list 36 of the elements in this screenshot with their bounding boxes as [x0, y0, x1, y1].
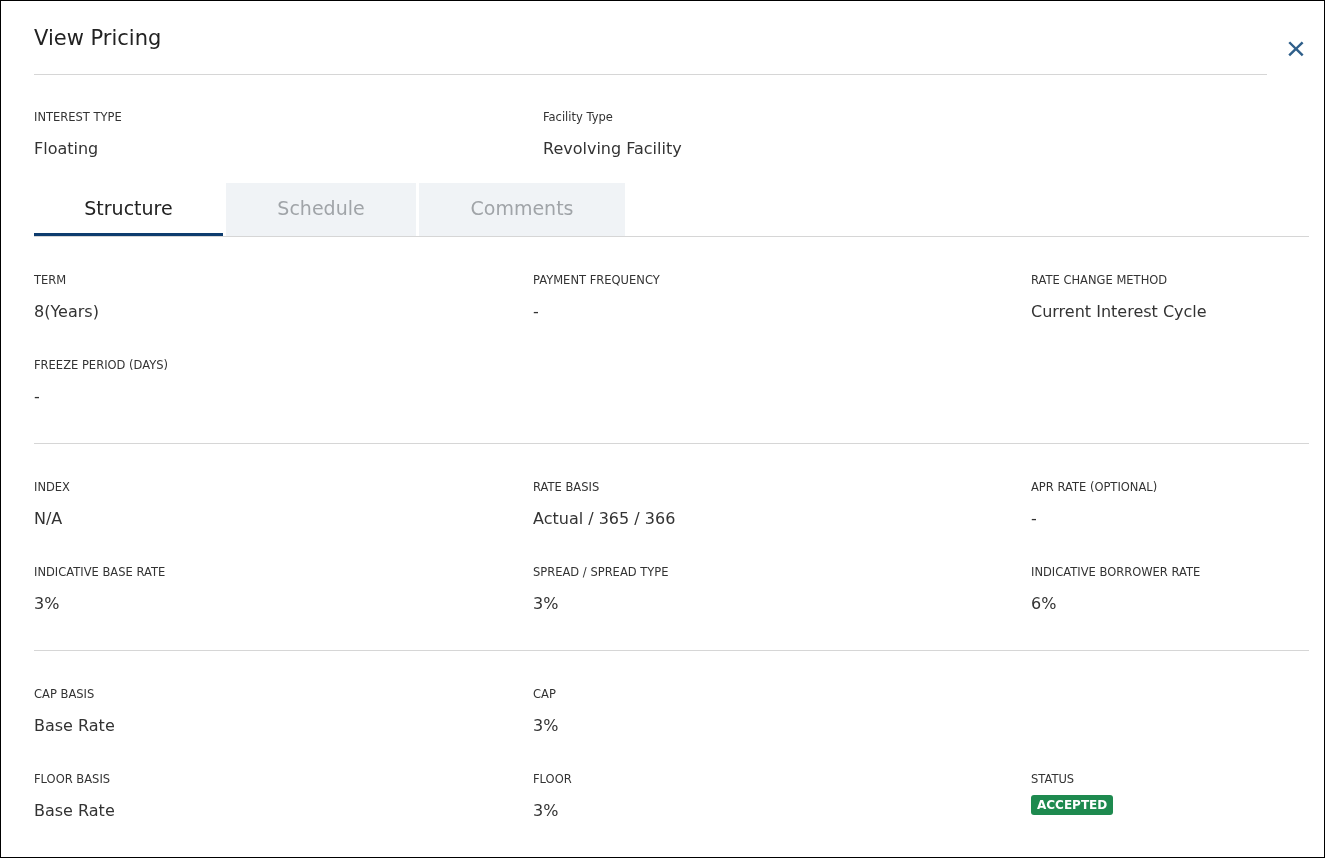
field-value: Base Rate [34, 801, 116, 821]
field-label: RATE BASIS [533, 480, 601, 494]
field-label: INDICATIVE BORROWER RATE [1031, 565, 1202, 579]
status-badge: ACCEPTED [1031, 795, 1114, 815]
field-label: RATE CHANGE METHOD [1031, 273, 1169, 287]
field-value: Revolving Facility [543, 139, 683, 160]
field-label: CAP BASIS [34, 687, 96, 701]
field-label: APR RATE (OPTIONAL) [1031, 480, 1159, 494]
field-value: Actual / 365 / 366 [533, 509, 677, 529]
field-value: 6% [1031, 594, 1058, 614]
field-value: N/A [34, 509, 64, 529]
field-value: - [1031, 509, 1038, 529]
field-label: FLOOR [533, 772, 573, 786]
field-value: - [533, 302, 540, 322]
field-value: 3% [34, 594, 61, 614]
field-value: - [34, 387, 41, 407]
dialog-title: View Pricing [34, 25, 162, 50]
field-label: INDEX [34, 480, 71, 494]
field-label: TERM [34, 273, 68, 287]
field-value: Current Interest Cycle [1031, 302, 1208, 322]
field-label: FREEZE PERIOD (DAYS) [34, 358, 169, 372]
field-value: 3% [533, 801, 560, 821]
close-button[interactable]: × [1283, 35, 1309, 61]
field-label: INDICATIVE BASE RATE [34, 565, 167, 579]
field-label: PAYMENT FREQUENCY [533, 273, 661, 287]
field-label: STATUS [1031, 772, 1076, 786]
field-label: FLOOR BASIS [34, 772, 112, 786]
field-value: Floating [34, 139, 100, 160]
field-label: INTEREST TYPE [34, 110, 123, 125]
field-value: 3% [533, 716, 560, 736]
field-label: SPREAD / SPREAD TYPE [533, 565, 670, 579]
field-value: 3% [533, 594, 560, 614]
field-value: Base Rate [34, 716, 116, 736]
field-value: 8(Years) [34, 302, 100, 322]
field-label: Facility Type [543, 110, 614, 125]
field-label: CAP [533, 687, 557, 701]
